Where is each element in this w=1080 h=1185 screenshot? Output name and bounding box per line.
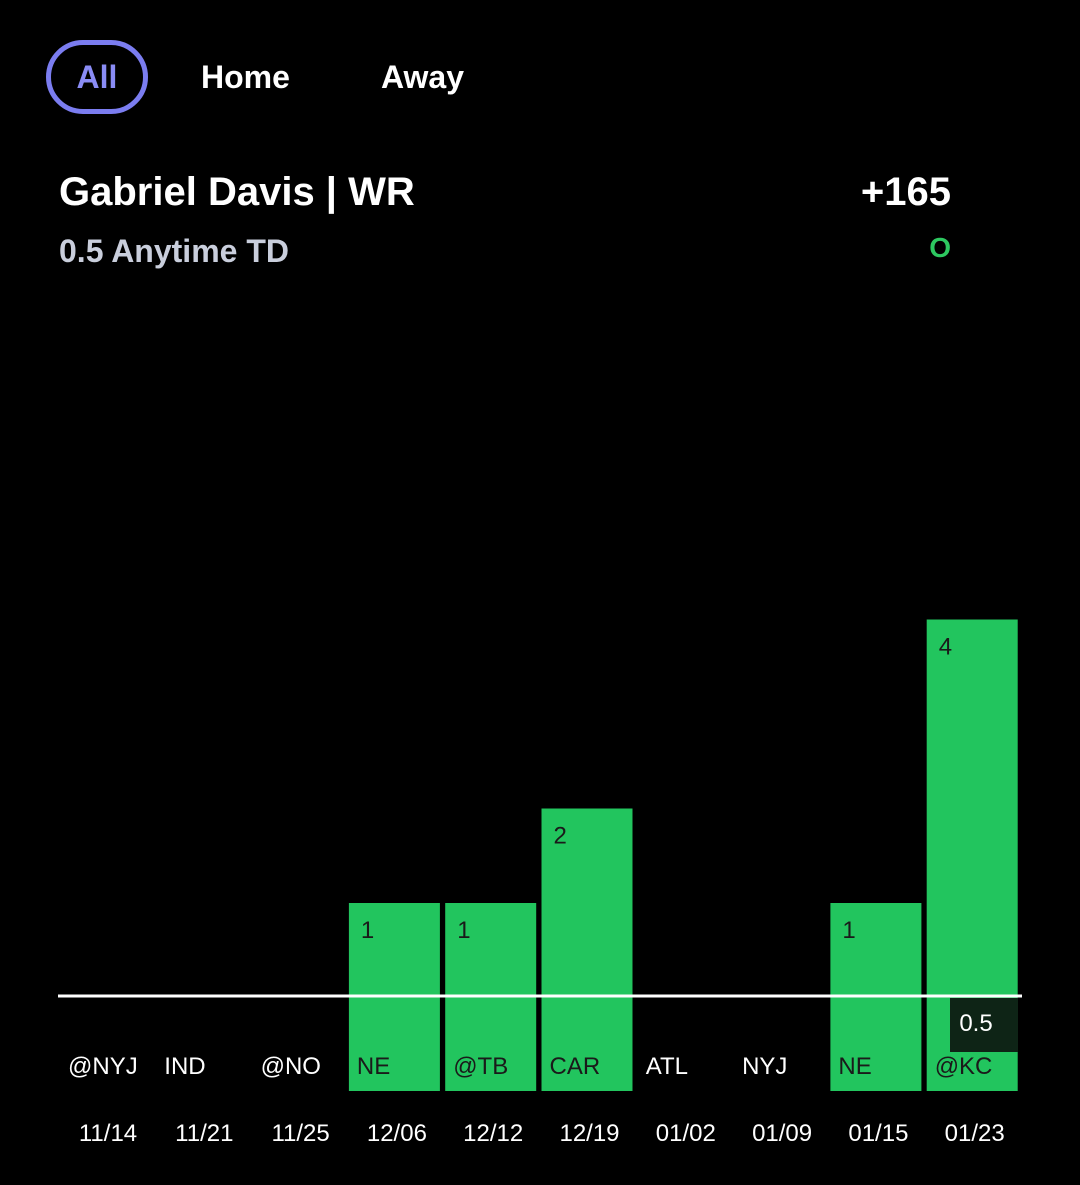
prop-subtitle: 0.5 Anytime TD bbox=[59, 233, 289, 269]
threshold-label: 0.5 bbox=[959, 1010, 992, 1037]
opponent-label: CAR bbox=[550, 1053, 601, 1080]
opponent-label: @KC bbox=[935, 1053, 993, 1080]
date-label: 12/06 bbox=[367, 1120, 427, 1147]
opponent-label: @NO bbox=[261, 1053, 321, 1080]
over-under-indicator: O bbox=[929, 232, 951, 263]
odds-value: +165 bbox=[860, 170, 951, 214]
bar-value-label: 2 bbox=[554, 823, 567, 850]
date-label: 01/09 bbox=[752, 1120, 812, 1147]
date-label: 01/02 bbox=[656, 1120, 716, 1147]
bar-value-label: 1 bbox=[842, 917, 855, 944]
date-label: 12/19 bbox=[559, 1120, 619, 1147]
date-label: 11/14 bbox=[79, 1120, 137, 1147]
opponent-label: @TB bbox=[453, 1053, 508, 1080]
bar[interactable] bbox=[541, 808, 633, 1092]
tab-away[interactable]: Away bbox=[381, 40, 464, 114]
opponent-label: ATL bbox=[646, 1053, 688, 1080]
tab-home[interactable]: Home bbox=[201, 40, 290, 114]
date-label: 11/25 bbox=[271, 1120, 329, 1147]
opponent-label: NE bbox=[357, 1053, 390, 1080]
opponent-label: IND bbox=[164, 1053, 205, 1080]
opponent-label: NE bbox=[838, 1053, 871, 1080]
filter-tabs: All Home Away bbox=[46, 40, 646, 114]
bar-value-label: 4 bbox=[939, 634, 952, 661]
bar-value-label: 1 bbox=[361, 917, 374, 944]
opponent-label: NYJ bbox=[742, 1053, 787, 1080]
player-title: Gabriel Davis | WR bbox=[59, 170, 415, 214]
date-label: 12/12 bbox=[463, 1120, 523, 1147]
tab-all[interactable]: All bbox=[46, 40, 148, 114]
date-label: 11/21 bbox=[175, 1120, 233, 1147]
date-label: 01/15 bbox=[848, 1120, 908, 1147]
opponent-label: @NYJ bbox=[68, 1053, 138, 1080]
game-log-chart: @NYJ 11/14 IND 11/21 @NO 11/25 1 NE 12/06 1 @TB 12/… bbox=[58, 619, 1022, 1147]
date-label: 01/23 bbox=[945, 1120, 1005, 1147]
bar-value-label: 1 bbox=[457, 917, 470, 944]
